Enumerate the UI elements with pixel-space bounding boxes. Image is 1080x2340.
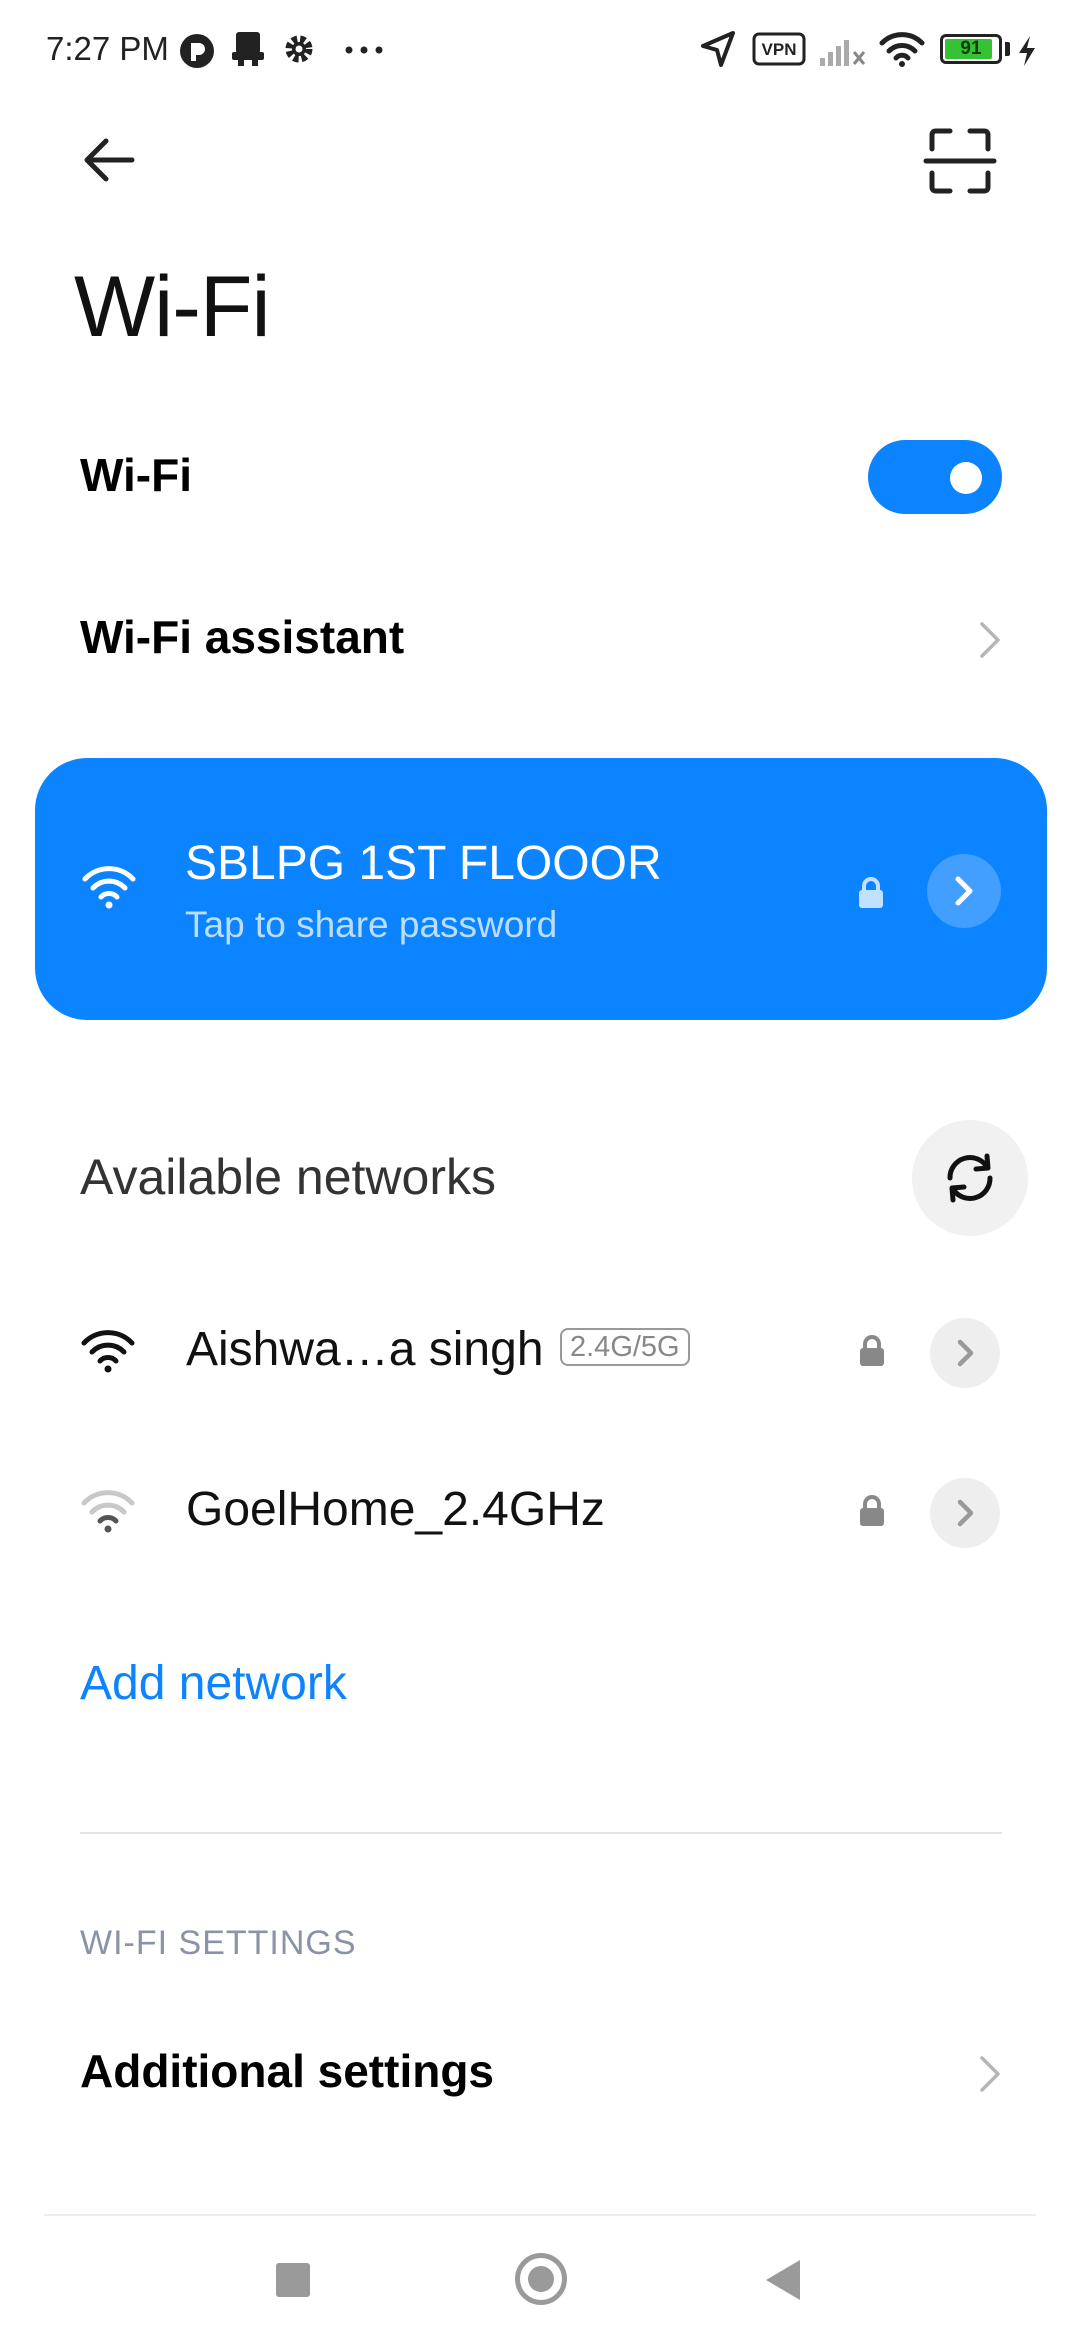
scan-frame-icon: [923, 128, 997, 194]
svg-text:VPN: VPN: [762, 40, 797, 59]
wifi-icon: [879, 32, 925, 67]
wifi-settings-section-header: WI-FI SETTINGS: [80, 1924, 357, 1962]
home-button[interactable]: [515, 2253, 567, 2305]
battery-nub: [1005, 42, 1010, 56]
network-name: Aishwa…a singh: [186, 1323, 544, 1376]
refresh-icon: [947, 1153, 993, 1203]
band-badge: 2.4G/5G: [560, 1328, 690, 1366]
additional-settings-row[interactable]: Additional settings: [0, 2014, 1080, 2134]
recent-apps-button[interactable]: [276, 2263, 310, 2297]
scan-qr-button[interactable]: [920, 125, 1000, 197]
connected-network-card[interactable]: SBLPG 1ST FLOOOR Tap to share password: [35, 758, 1047, 1020]
connected-network-subtitle: Tap to share password: [185, 904, 558, 945]
chevron-right-icon: [980, 2056, 1000, 2092]
wifi-assistant-row[interactable]: Wi-Fi assistant: [0, 580, 1080, 700]
page-title: Wi-Fi: [74, 259, 271, 355]
chevron-right-icon: [957, 1499, 974, 1527]
chevron-right-icon: [955, 876, 973, 906]
nav-back-button[interactable]: [766, 2260, 800, 2300]
connected-network-details-button[interactable]: [927, 854, 1001, 928]
network-details-button[interactable]: [930, 1318, 1000, 1388]
wifi-signal-weak-icon: [81, 1490, 135, 1533]
additional-settings-label: Additional settings: [80, 2045, 494, 2097]
wifi-assistant-label: Wi-Fi assistant: [80, 611, 405, 663]
toggle-knob: [950, 462, 982, 494]
battery-icon: 91: [940, 34, 1002, 64]
wifi-signal-icon: [82, 866, 136, 909]
arrow-left-icon: [84, 138, 135, 182]
wifi-signal-full-icon: [81, 1330, 135, 1373]
lock-icon: [859, 877, 883, 908]
chevron-right-icon: [980, 622, 1000, 658]
network-name: GoelHome_2.4GHz: [186, 1483, 605, 1536]
connected-network-name: SBLPG 1ST FLOOOR: [185, 837, 662, 890]
lock-icon: [860, 1495, 884, 1526]
refresh-button[interactable]: [912, 1120, 1028, 1236]
network-row[interactable]: Aishwa…a singh 2.4G/5G: [0, 1292, 1080, 1412]
network-row[interactable]: GoelHome_2.4GHz: [0, 1452, 1080, 1572]
signal-no-service-icon: [820, 40, 866, 66]
printer-icon: [232, 32, 264, 66]
notification-app-icon: [180, 34, 214, 68]
home-button-dot: [528, 2266, 554, 2292]
battery-level: 91: [960, 38, 982, 59]
status-time: 7:27 PM: [46, 30, 169, 67]
add-network-link[interactable]: Add network: [80, 1656, 347, 1711]
charging-bolt-icon: [1019, 36, 1035, 66]
wifi-toggle-switch[interactable]: [868, 440, 1002, 514]
status-bar: 7:27 PM VPN 91: [0, 0, 1080, 100]
network-details-button[interactable]: [930, 1478, 1000, 1548]
vpn-icon: VPN: [752, 32, 806, 66]
location-arrow-icon: [701, 31, 735, 67]
divider: [80, 1832, 1002, 1834]
more-dots-icon: [345, 46, 383, 54]
lock-icon: [860, 1335, 884, 1366]
settings-gear-icon: [285, 35, 313, 63]
back-button[interactable]: [70, 120, 160, 200]
wifi-toggle-label: Wi-Fi: [80, 449, 192, 501]
bottom-divider: [44, 2214, 1036, 2216]
available-networks-title: Available networks: [80, 1149, 496, 1205]
chevron-right-icon: [957, 1339, 974, 1367]
